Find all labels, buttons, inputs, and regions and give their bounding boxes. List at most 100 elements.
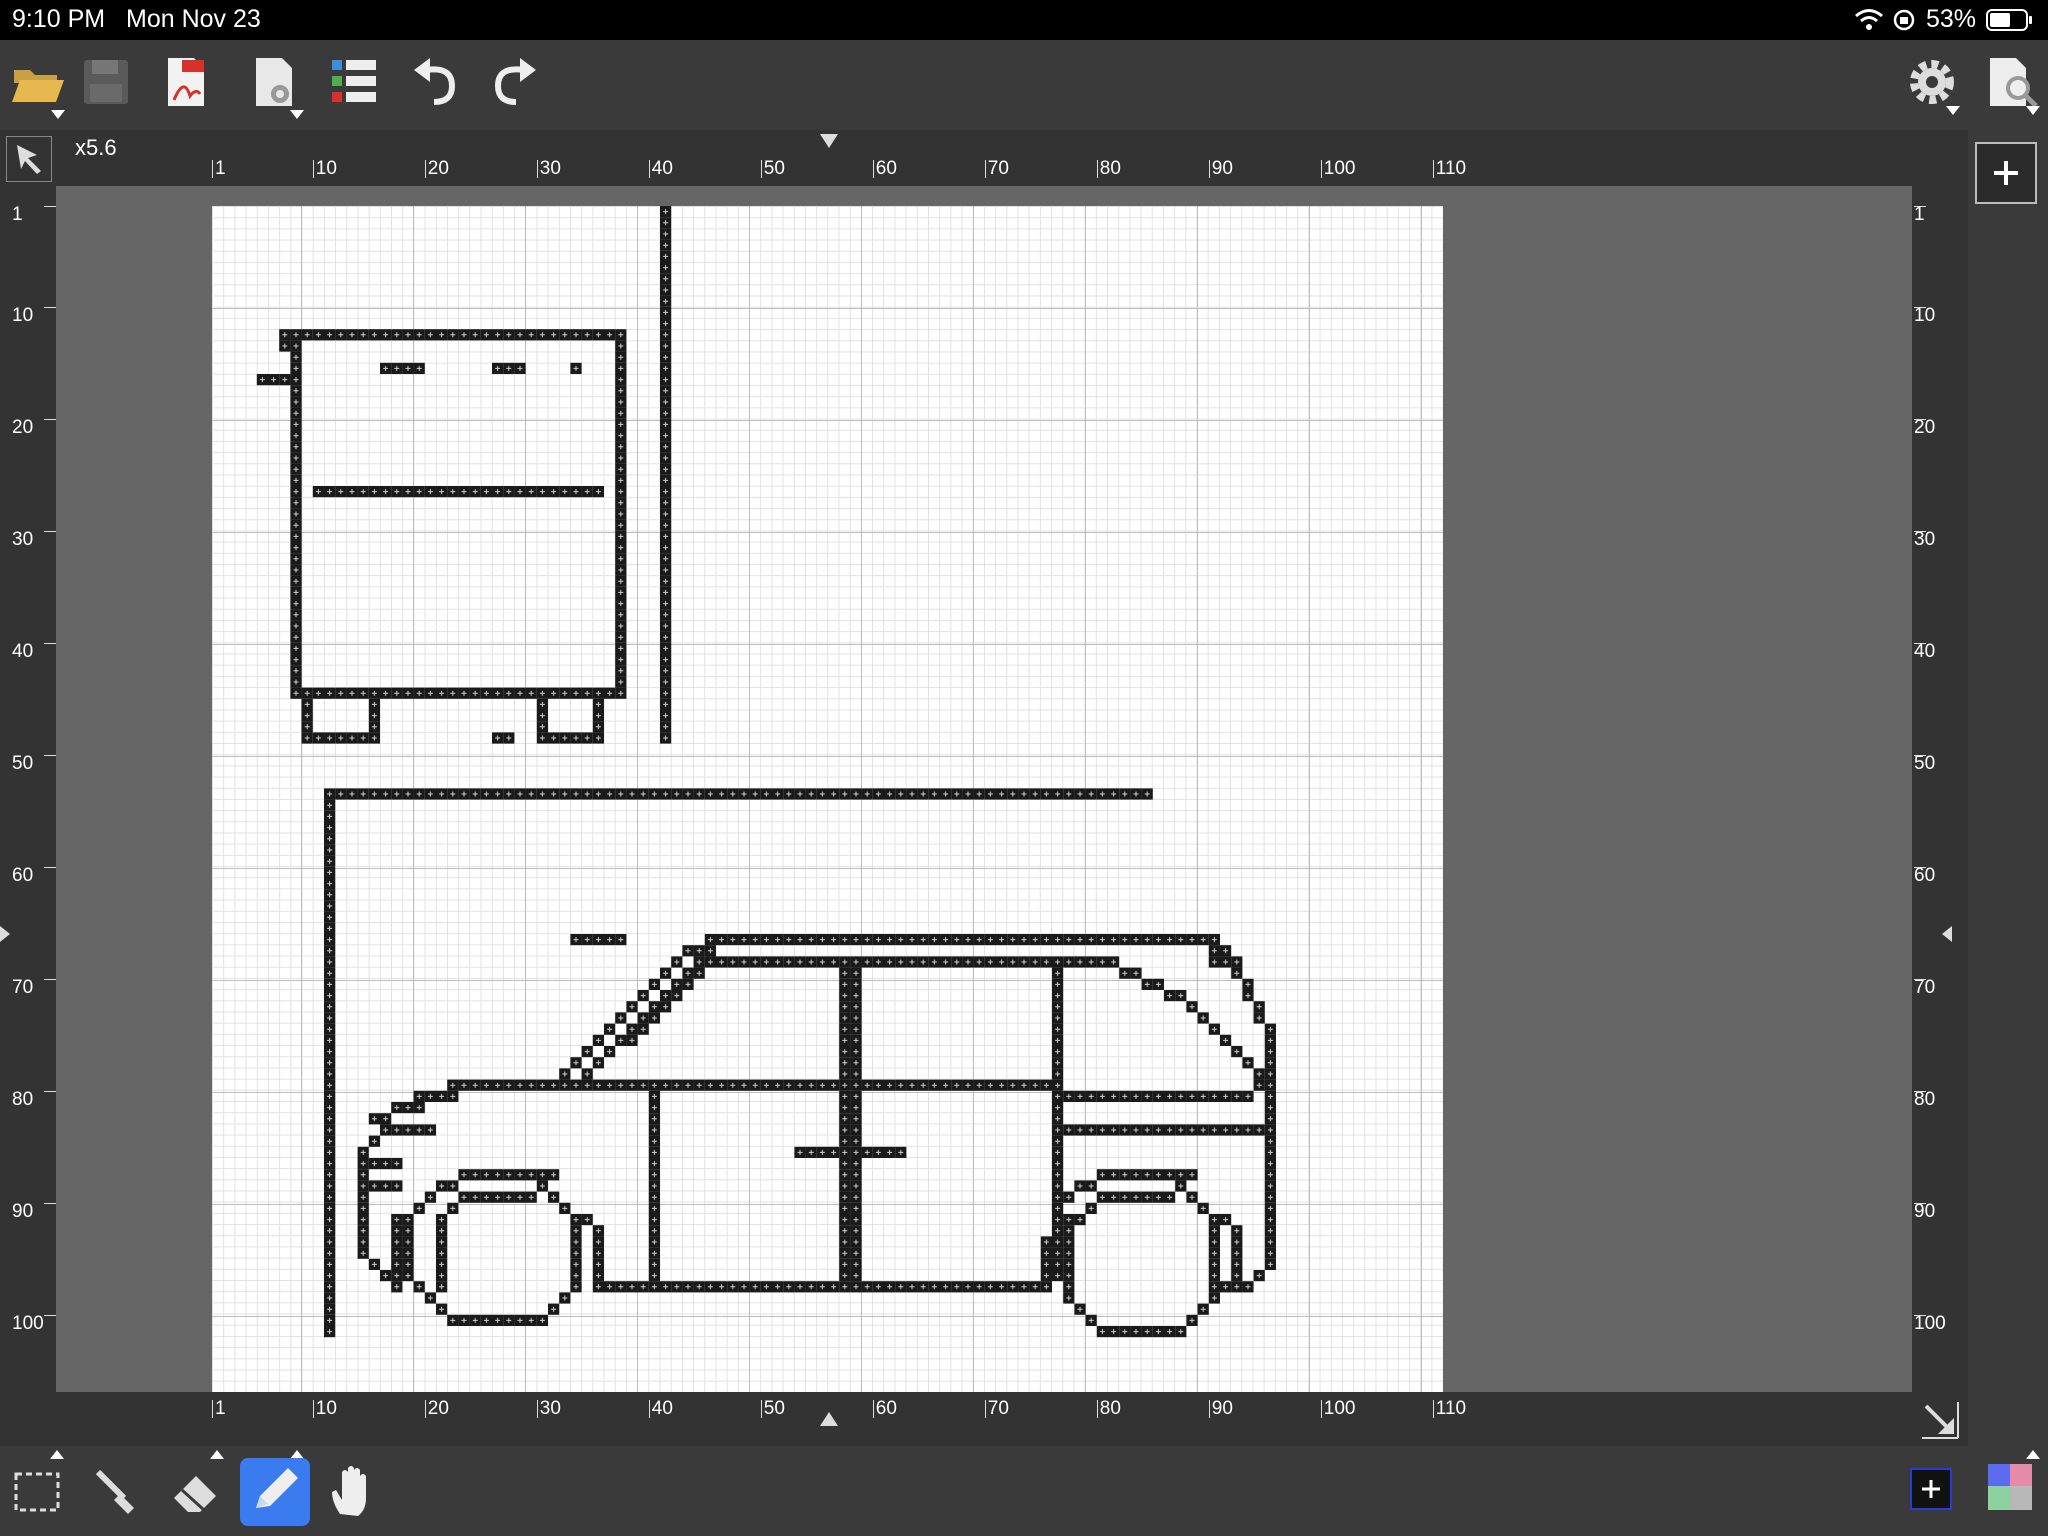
ruler-top-tick [1208,160,1210,178]
ruler-left-tick [44,642,56,644]
ruler-bottom-label: 1 [215,1398,226,1419]
ruler-top-label: 110 [1435,158,1467,179]
ruler-left-tick [44,754,56,756]
ruler-left-tick [44,206,56,207]
ruler-top-tick [424,160,426,178]
ruler-top-label: 50 [763,158,785,179]
ruler-bottom-label: 110 [1435,1398,1467,1419]
resize-handle-icon[interactable] [1918,1398,1962,1442]
ruler-top-tick [536,160,538,178]
add-layer-button[interactable] [1975,142,2037,204]
folder-open-icon[interactable] [8,52,68,112]
marquee-select-icon[interactable] [2,1458,72,1526]
ruler-left-tick [44,306,56,308]
ruler-top-tick [872,160,874,178]
open-menu-caret[interactable] [51,110,65,119]
ruler-right-label: 10 [1914,304,1936,326]
ruler-bottom-label: 40 [651,1398,673,1419]
ruler-bottom-tick [424,1400,426,1418]
battery-icon [1986,8,2034,32]
pencil-icon[interactable] [240,1458,310,1526]
ruler-right-tick [1914,418,1926,420]
ruler-right-tick [1914,306,1926,308]
ruler-top-label: 30 [539,158,561,179]
ruler-left-tick [44,1090,56,1092]
ruler-right-label: 40 [1914,640,1936,662]
ruler-marker-bottom[interactable] [820,1412,838,1426]
ruler-left-label: 90 [12,1200,34,1222]
ruler-left-tick [44,530,56,532]
ruler-bottom-tick [1432,1400,1434,1418]
ruler-bottom-label: 90 [1211,1398,1233,1419]
ruler-marker-left[interactable] [0,926,10,942]
ruler-left-label: 70 [12,976,34,998]
ruler-left-label: 1 [12,204,23,225]
ruler-right-tick [1914,1202,1926,1204]
zoom-level: x5.6 [75,135,117,160]
ruler-top-tick [760,160,762,178]
ruler-bottom-tick [984,1400,986,1418]
redo-icon[interactable] [484,52,544,112]
page-settings-icon[interactable] [246,52,306,112]
ruler-right-tick [1914,754,1926,756]
palette-caret[interactable] [2026,1450,2040,1459]
ruler-top-label: 60 [875,158,897,179]
list-icon[interactable] [324,52,384,112]
ruler-left-tick [44,1314,56,1316]
ruler-left-label: 50 [12,752,34,774]
color-palette-icon[interactable] [1986,1462,2034,1512]
ruler-right-label: 20 [1914,416,1936,438]
layers-panel [1968,130,2048,1446]
ruler-top-label: 100 [1323,158,1356,179]
page-settings-caret[interactable] [290,110,304,119]
ruler-right-tick [1914,1090,1926,1092]
ruler-bottom-tick [872,1400,874,1418]
zoom-page-icon[interactable] [1982,52,2042,112]
ruler-bottom-tick [312,1400,314,1418]
add-color-button[interactable] [1910,1468,1952,1510]
ruler-bottom-tick [1208,1400,1210,1418]
ruler-bottom-tick [1320,1400,1322,1418]
ruler-right-tick [1914,206,1926,207]
eraser-icon[interactable] [160,1458,230,1526]
save-icon[interactable] [76,52,136,112]
battery-percent: 53% [1926,5,1977,33]
ruler-right-label: 80 [1914,1088,1936,1110]
ruler-left-tick [44,978,56,980]
eyedropper-icon[interactable] [80,1458,150,1526]
ruler-marker-right[interactable] [1942,926,1952,942]
ruler-top-label: 10 [315,158,337,179]
ruler-top-tick [312,160,314,178]
ruler-top-tick [1096,160,1098,178]
ruler-top-tick [648,160,650,178]
pdf-export-icon[interactable] [156,52,216,112]
wifi-icon [1854,8,1884,32]
settings-caret[interactable] [1946,106,1960,115]
ruler-right-label: 50 [1914,752,1936,774]
ruler-top-tick [1432,160,1434,178]
ruler-marker-top[interactable] [820,134,838,148]
ruler-right-label: 60 [1914,864,1936,886]
ruler-right-label: 100 [1914,1312,1946,1334]
drawing-grid[interactable] [212,206,1443,1392]
ruler-top-label: 80 [1099,158,1121,179]
ruler-bottom-tick [760,1400,762,1418]
ruler-right-tick [1914,1314,1926,1316]
zoom-caret[interactable] [2026,106,2040,115]
ruler-bottom-label: 20 [427,1398,449,1419]
ruler-left-tick [44,866,56,868]
ruler-top-tick [212,160,213,178]
ruler-left-label: 10 [12,304,34,326]
ruler-top-label: 1 [215,158,226,179]
ruler-left-label: 60 [12,864,34,886]
ruler-bottom-tick [648,1400,650,1418]
ruler-top-label: 40 [651,158,673,179]
ruler-right-tick [1914,530,1926,532]
ruler-left-label: 20 [12,416,34,438]
hand-pan-icon[interactable] [318,1458,388,1526]
status-time: 9:10 PM [12,5,106,33]
ruler-bottom-label: 10 [315,1398,337,1419]
undo-icon[interactable] [406,52,466,112]
settings-gear-icon[interactable] [1902,52,1962,112]
pointer-select-icon[interactable] [6,136,52,182]
